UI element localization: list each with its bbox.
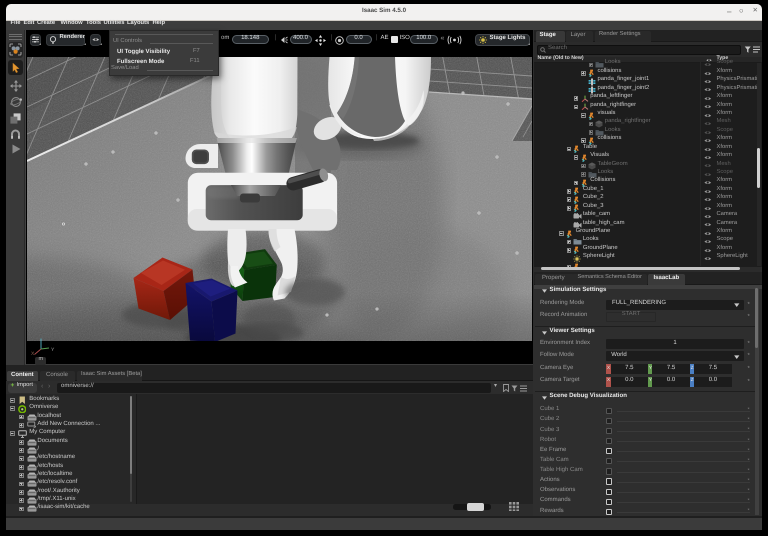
svg-text:Y: Y	[51, 347, 55, 353]
